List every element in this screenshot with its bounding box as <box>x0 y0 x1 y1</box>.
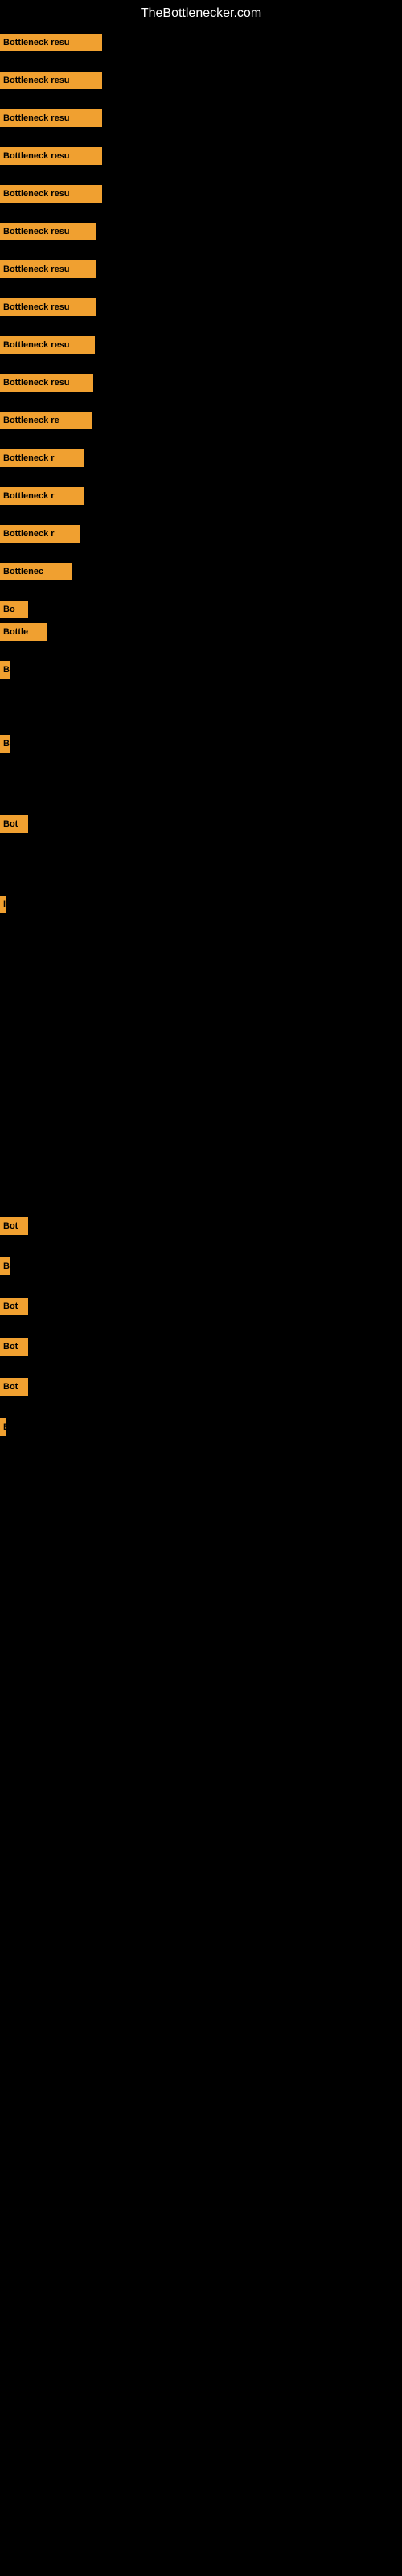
bottleneck-bar: Bottleneck resu <box>0 260 96 278</box>
bottleneck-bar: B <box>0 661 10 679</box>
bottleneck-bar: Bot <box>0 815 28 833</box>
bottleneck-bar: Bottleneck resu <box>0 185 102 203</box>
bottleneck-bar: Bottleneck resu <box>0 298 96 316</box>
bottleneck-bar: Bo <box>0 601 28 618</box>
bottleneck-bar: Bot <box>0 1378 28 1396</box>
bottleneck-bar: Bottleneck resu <box>0 336 95 354</box>
bottleneck-bar: Bottleneck r <box>0 487 84 505</box>
bottleneck-bar: B <box>0 1257 10 1275</box>
bottleneck-bar: Bot <box>0 1217 28 1235</box>
bottleneck-bar: Bottleneck r <box>0 525 80 543</box>
bottleneck-bar: B <box>0 735 10 753</box>
bottleneck-bar: Bottleneck resu <box>0 34 102 51</box>
bottleneck-bar: Bottleneck resu <box>0 147 102 165</box>
bottleneck-bar: B <box>0 1418 6 1436</box>
bottleneck-bar: I <box>0 896 6 913</box>
bottleneck-bar: Bot <box>0 1338 28 1356</box>
bottleneck-bar: Bottleneck resu <box>0 72 102 89</box>
bottleneck-bar: Bot <box>0 1298 28 1315</box>
bottleneck-bar: Bottleneck resu <box>0 223 96 240</box>
bottleneck-bar: Bottleneck resu <box>0 374 93 392</box>
bottleneck-bar: Bottleneck re <box>0 412 92 429</box>
bottleneck-bar: Bottleneck resu <box>0 109 102 127</box>
bottleneck-bar: Bottlenec <box>0 563 72 580</box>
site-title: TheBottlenecker.com <box>0 0 402 27</box>
bottleneck-bar: Bottleneck r <box>0 449 84 467</box>
bottleneck-bar: Bottle <box>0 623 47 641</box>
